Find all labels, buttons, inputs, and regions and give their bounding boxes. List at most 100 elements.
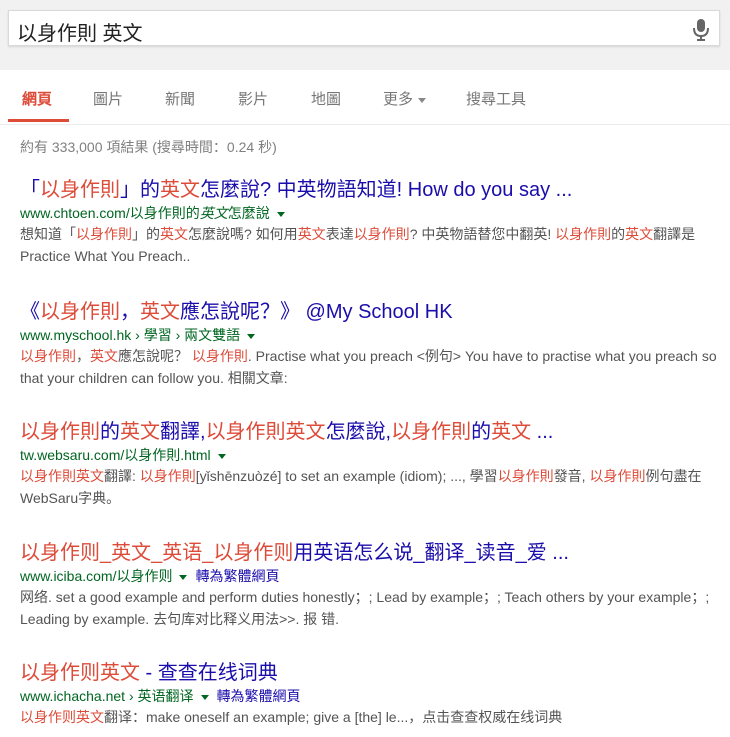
title-highlight: 以身作則 — [40, 179, 120, 201]
result-url: tw.websaru.com/以身作則.html — [20, 445, 725, 465]
result-url: www.iciba.com/以身作则 轉為繁體網頁 — [20, 566, 725, 586]
url-text: 怎麼說 — [227, 205, 270, 221]
result-snippet: 以身作则英文翻译：make oneself an example; give a… — [20, 706, 725, 728]
snippet-highlight: 以身作則 — [589, 468, 646, 484]
snippet-text: 應怎說呢？ — [118, 348, 192, 364]
snippet-highlight: 英文 — [90, 348, 118, 364]
tab-maps[interactable]: 地圖 — [311, 88, 341, 109]
url-text: www.chtoen.com/以身作則的 — [20, 205, 200, 221]
title-text: - 查查在线词典 — [140, 662, 278, 684]
snippet-text: 」的 — [132, 226, 160, 242]
result-snippet: 想知道「以身作則」的英文怎麼說嗎? 如何用英文表達以身作則? 中英物語替您中翻英… — [20, 223, 725, 267]
tab-more-label: 更多 — [383, 91, 414, 108]
tab-videos[interactable]: 影片 — [238, 88, 268, 109]
title-highlight: 以身作则英文 — [20, 662, 140, 684]
chevron-down-icon[interactable] — [247, 333, 256, 339]
tab-search-tools[interactable]: 搜尋工具 — [466, 88, 526, 109]
snippet-text: 翻译：make oneself an example; give a [the]… — [104, 709, 563, 725]
tab-more[interactable]: 更多 — [383, 88, 427, 109]
title-text: 的 — [100, 421, 120, 443]
title-text: 應怎說呢？》 @My School HK — [180, 301, 453, 323]
title-text: 翻譯, — [160, 421, 206, 443]
chevron-down-icon[interactable] — [179, 574, 188, 580]
result-url: www.myschool.hk › 學習 › 兩文雙語 — [20, 325, 725, 345]
title-highlight: 以身作則 — [40, 301, 120, 323]
result-title-link[interactable]: 以身作则_英文_英语_以身作则用英语怎么说_翻译_读音_爱 ... — [20, 541, 725, 565]
snippet-text: 网络. set a good example and perform dutie… — [20, 589, 710, 627]
result-title-link[interactable]: 以身作则英文 - 查查在线词典 — [20, 661, 725, 685]
translate-link[interactable]: 轉為繁體網頁 — [217, 688, 301, 704]
title-text: ... — [531, 421, 554, 443]
snippet-text: ， — [76, 348, 90, 364]
chevron-down-icon[interactable] — [200, 694, 209, 700]
snippet-highlight: 以身作則 — [497, 468, 554, 484]
snippet-text: ? 中英物語替您中翻英! — [409, 226, 556, 242]
result-url: www.chtoen.com/以身作則的英文怎麼說 — [20, 203, 725, 223]
chevron-down-icon[interactable] — [276, 211, 285, 217]
search-result: 「以身作則」的英文怎麼說? 中英物語知道! How do you say ...… — [20, 178, 725, 267]
snippet-highlight: 以身作則 — [555, 226, 612, 242]
title-highlight: 以身作則 — [391, 421, 472, 443]
chevron-down-icon — [418, 97, 427, 103]
microphone-icon[interactable] — [691, 18, 711, 42]
result-url: www.ichacha.net › 英语翻译 轉為繁體網頁 — [20, 686, 725, 706]
title-text: 「 — [20, 179, 40, 201]
title-highlight: 英文 — [120, 421, 160, 443]
title-highlight: 以身作則英文 — [205, 421, 326, 443]
snippet-highlight: 英文 — [625, 226, 654, 242]
snippet-text: 翻譯: — [104, 468, 140, 484]
url-highlight: 英文 — [199, 205, 228, 221]
result-title-link[interactable]: 以身作則的英文翻譯,以身作則英文怎麼說,以身作則的英文 ... — [20, 420, 725, 444]
url-text: www.myschool.hk › 學習 › 兩文雙語 — [20, 327, 241, 343]
result-title-link[interactable]: 《以身作則，英文應怎說呢？》 @My School HK — [20, 300, 725, 324]
search-result: 以身作则_英文_英语_以身作则用英语怎么说_翻译_读音_爱 ... www.ici… — [20, 541, 725, 630]
snippet-text: 想知道「 — [20, 226, 76, 242]
title-text: ， — [120, 301, 140, 323]
snippet-highlight: 英文 — [297, 226, 326, 242]
snippet-highlight: 以身作則 — [20, 348, 76, 364]
chevron-down-icon[interactable] — [217, 453, 226, 459]
url-text: tw.websaru.com/以身作則.html — [20, 447, 211, 463]
snippet-highlight: 以身作則 — [353, 226, 410, 242]
top-bar: 以身作則 英文 — [0, 0, 730, 70]
snippet-text: [yǐshēnzuòzé] to set an example (idiom);… — [195, 468, 498, 484]
snippet-highlight: 英文 — [160, 226, 188, 242]
title-highlight: 英文 — [140, 301, 180, 323]
search-result: 以身作則的英文翻譯,以身作則英文怎麼說,以身作則的英文 ... tw.websar… — [20, 420, 725, 509]
title-text: 怎麼說? 中英物語知道! How do you say ... — [200, 179, 573, 201]
snippet-text: 表達 — [325, 226, 354, 242]
snippet-highlight: 以身作則 — [191, 348, 248, 364]
snippet-highlight: 以身作则英文 — [20, 709, 104, 725]
tab-images[interactable]: 圖片 — [93, 88, 123, 109]
translate-link[interactable]: 轉為繁體網頁 — [195, 568, 279, 584]
snippet-highlight: 以身作則 — [76, 226, 132, 242]
title-text: 」的 — [120, 179, 160, 201]
snippet-text: 怎麼說嗎? 如何用 — [188, 226, 298, 242]
tab-news[interactable]: 新聞 — [165, 88, 195, 109]
title-text: 用英语怎么说_翻译_读音_爱 ... — [293, 542, 569, 564]
result-snippet: 以身作則英文翻譯: 以身作則[yǐshēnzuòzé] to set an ex… — [20, 465, 725, 509]
result-stats: 約有 333,000 項結果 (搜尋時間：0.24 秒) — [20, 139, 277, 155]
snippet-text: 的 — [611, 226, 626, 242]
active-tab-indicator — [8, 119, 69, 122]
title-highlight: 英文 — [491, 421, 532, 443]
title-text: 的 — [471, 421, 492, 443]
snippet-highlight: 以身作則 — [139, 468, 196, 484]
url-text: www.iciba.com/以身作则 — [20, 568, 173, 584]
title-text: 《 — [20, 301, 40, 323]
title-highlight: 以身作則 — [20, 421, 100, 443]
result-snippet: 以身作則，英文應怎說呢？ 以身作則. Practise what you pre… — [20, 345, 725, 389]
tab-web[interactable]: 網頁 — [22, 88, 52, 109]
url-text: www.ichacha.net › 英语翻译 — [20, 688, 194, 704]
snippet-highlight: 以身作則英文 — [20, 468, 104, 484]
result-snippet: 网络. set a good example and perform dutie… — [20, 586, 725, 630]
search-result: 以身作则英文 - 查查在线词典 www.ichacha.net › 英语翻译 轉為繁… — [20, 661, 725, 728]
result-title-link[interactable]: 「以身作則」的英文怎麼說? 中英物語知道! How do you say ... — [20, 178, 725, 202]
search-box[interactable]: 以身作則 英文 — [8, 10, 720, 46]
title-highlight: 以身作则_英文_英语_以身作则 — [20, 542, 294, 564]
title-highlight: 英文 — [160, 179, 200, 201]
snippet-text: 發音, — [553, 468, 590, 484]
search-tabs: 網頁 圖片 新聞 影片 地圖 更多 搜尋工具 — [0, 70, 730, 125]
title-text: 怎麼說, — [325, 421, 392, 443]
search-input[interactable]: 以身作則 英文 — [17, 17, 143, 46]
